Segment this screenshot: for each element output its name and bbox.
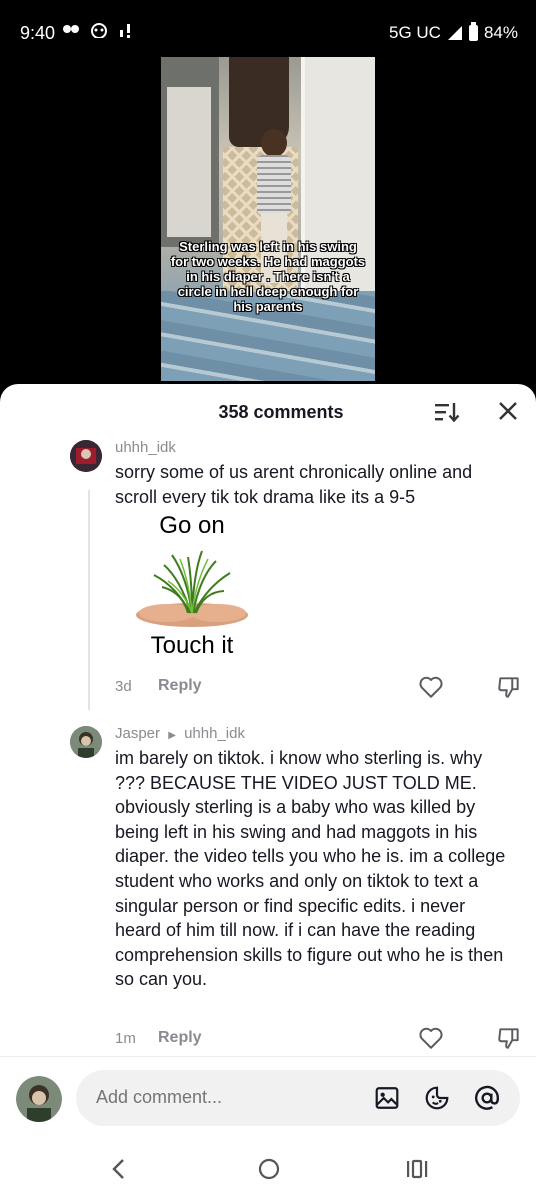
comment-input-pill[interactable] [76, 1070, 520, 1126]
avatar[interactable] [70, 440, 102, 472]
system-nav-bar [0, 1140, 536, 1200]
battery-level: 84% [483, 23, 518, 42]
video-shelf [161, 57, 219, 247]
status-right: 5G UC 84% [389, 22, 518, 43]
back-icon[interactable] [108, 1156, 134, 1182]
battery-icon [468, 22, 478, 41]
home-icon[interactable] [256, 1156, 282, 1182]
alert-icon [118, 22, 132, 42]
app-notification-icon [90, 22, 108, 42]
recents-icon[interactable] [404, 1156, 430, 1182]
meme-bottom-text: Touch it [150, 632, 234, 659]
network-label: 5G UC [389, 23, 441, 42]
image-icon[interactable] [374, 1085, 400, 1111]
comment-image[interactable]: Go on Touch it [132, 512, 252, 672]
comment-text: sorry some of us arent chronically onlin… [115, 462, 473, 507]
reply-button[interactable]: Reply [158, 677, 202, 695]
comment-composer [0, 1056, 536, 1126]
notification-icon [62, 22, 80, 40]
grass-hands-image [136, 550, 248, 627]
thread-line [88, 490, 90, 710]
comment-time: 3d [115, 678, 132, 695]
comment-time: 1m [115, 1030, 136, 1047]
video-caption: Sterling was left in his swing for two w… [170, 239, 366, 314]
emoji-icon[interactable] [424, 1085, 450, 1111]
close-icon[interactable] [496, 400, 520, 424]
comment-username[interactable]: uhhh_idk [115, 439, 176, 456]
sort-icon[interactable] [433, 400, 461, 426]
heart-icon[interactable] [418, 1025, 444, 1051]
mention-icon[interactable] [474, 1085, 500, 1111]
reply-arrow-icon: ▶ [168, 730, 176, 741]
reply-button[interactable]: Reply [158, 1029, 202, 1047]
comment-text: im barely on tiktok. i know who sterling… [115, 748, 506, 990]
reply-header: Jasper ▶ uhhh_idk [115, 725, 245, 742]
user-avatar[interactable] [16, 1076, 62, 1122]
comment-input[interactable] [96, 1087, 336, 1108]
status-time: 9:40 [20, 23, 56, 43]
comments-sheet: 358 comments uhhh_idk sorry some of us a… [0, 384, 536, 1200]
video-thumbnail[interactable]: Sterling was left in his swing for two w… [161, 57, 375, 381]
signal-icon [447, 26, 462, 40]
dislike-icon[interactable] [496, 674, 522, 700]
comment-username[interactable]: Jasper [115, 725, 160, 742]
heart-icon[interactable] [418, 674, 444, 700]
dislike-icon[interactable] [496, 1025, 522, 1051]
reply-to-username[interactable]: uhhh_idk [184, 725, 245, 742]
meme-top-text: Go on [159, 512, 225, 539]
avatar[interactable] [70, 726, 102, 758]
